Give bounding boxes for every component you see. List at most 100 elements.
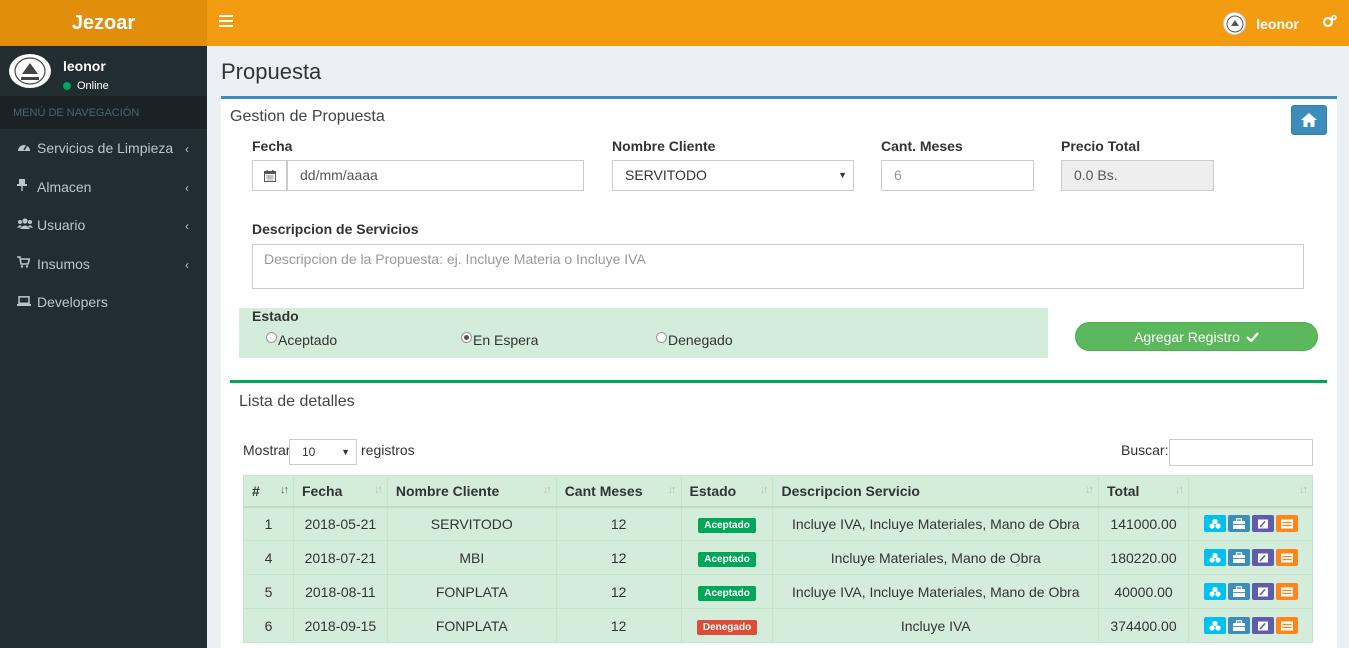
radio-circle-icon: [266, 331, 277, 343]
cell-estado: Aceptado: [680, 574, 774, 609]
cell-actions: [1188, 506, 1313, 541]
status-text: Online: [77, 80, 109, 92]
sidebar-item-insumos[interactable]: Insumos ‹: [0, 245, 207, 284]
edit-button[interactable]: [1251, 583, 1274, 600]
view-button[interactable]: [1203, 583, 1226, 600]
briefcase-button[interactable]: [1227, 617, 1250, 634]
cogs-icon[interactable]: [1322, 14, 1337, 32]
edit-icon: [1257, 553, 1268, 562]
status-badge: Denegado: [696, 619, 758, 635]
fecha-input[interactable]: dd/mm/aaaa: [287, 160, 584, 191]
column-header-estado[interactable]: Estado ↓↑: [680, 475, 774, 508]
briefcase-icon: [1232, 551, 1245, 563]
cell-fecha: 2018-09-15: [292, 608, 388, 643]
records-label: registros: [361, 442, 415, 458]
status-badge: Aceptado: [698, 585, 756, 601]
cell-total: 180220.00: [1098, 540, 1189, 575]
list-button[interactable]: [1275, 515, 1298, 533]
cell-id: 1: [243, 506, 294, 541]
cell-actions: [1188, 540, 1313, 575]
view-button[interactable]: [1203, 515, 1226, 533]
radio-aceptado[interactable]: Aceptado: [266, 331, 337, 348]
button-label: Agregar Registro: [1134, 328, 1240, 345]
view-button[interactable]: [1203, 617, 1226, 634]
cell-id: 4: [243, 540, 294, 575]
chevron-left-icon: ‹: [185, 180, 189, 195]
descripcion-label: Descripcion de Servicios: [252, 221, 419, 237]
column-header-actions[interactable]: ↓↑: [1188, 475, 1313, 508]
edit-button[interactable]: [1251, 617, 1274, 634]
page-length-select[interactable]: 10 ▼: [289, 439, 357, 465]
sidebar-item-servicios[interactable]: Servicios de Limpieza ‹: [0, 129, 207, 168]
cell-actions: [1188, 608, 1313, 643]
cell-meses: 12: [555, 574, 682, 609]
list-button[interactable]: [1275, 617, 1298, 634]
avatar: [9, 54, 51, 88]
sort-icon: ↓↑: [1085, 484, 1094, 496]
column-header-meses[interactable]: Cant Meses ↓↑: [555, 475, 682, 508]
column-header-fecha[interactable]: Fecha ↓↑: [292, 475, 388, 508]
cell-cliente: SERVITODO: [386, 506, 557, 541]
column-header-id[interactable]: # ↓↑: [243, 475, 294, 508]
cell-descripcion: Incluye IVA, Incluye Materiales, Mano de…: [772, 574, 1100, 609]
chevron-left-icon: ‹: [185, 142, 189, 156]
briefcase-icon: [1232, 517, 1245, 529]
meses-input[interactable]: 6: [881, 160, 1034, 191]
sort-icon: ↓↑: [1299, 484, 1308, 496]
column-header-total[interactable]: Total ↓↑: [1098, 475, 1189, 508]
sidebar-user-name: leonor: [63, 58, 106, 74]
briefcase-button[interactable]: [1227, 583, 1250, 600]
cell-fecha: 2018-07-21: [292, 540, 388, 575]
list-icon: [1280, 519, 1293, 529]
user-menu[interactable]: leonor: [1223, 12, 1299, 35]
radio-label: En Espera: [473, 332, 539, 348]
list-button[interactable]: [1275, 549, 1298, 566]
cell-estado: Aceptado: [680, 506, 774, 541]
nav-header: MENÚ DE NAVEGACIÓN: [0, 96, 207, 129]
cell-fecha: 2018-05-21: [292, 506, 388, 541]
list-button[interactable]: [1275, 583, 1298, 600]
chevron-left-icon: ‹: [185, 257, 189, 272]
sidebar-item-developers[interactable]: Developers: [0, 283, 207, 322]
list-icon: [1280, 553, 1293, 562]
cell-cliente: FONPLATA: [386, 574, 557, 609]
cubes-icon: [1208, 586, 1221, 597]
briefcase-icon: [1232, 619, 1245, 631]
app-logo[interactable]: Jezoar: [0, 0, 207, 46]
cell-total: 141000.00: [1098, 506, 1189, 541]
table-row: 1 2018-05-21 SERVITODO 12 Aceptado Incluye IV…: [243, 506, 1313, 541]
check-icon: [1246, 331, 1259, 342]
radio-denegado[interactable]: Denegado: [656, 331, 733, 348]
cubes-icon: [1208, 620, 1221, 631]
briefcase-button[interactable]: [1227, 515, 1250, 533]
cell-descripcion: Incluye Materiales, Mano de Obra: [772, 540, 1100, 575]
edit-button[interactable]: [1251, 549, 1274, 566]
sidebar-toggle-icon[interactable]: [219, 15, 233, 29]
sidebar-item-almacen[interactable]: Almacen ‹: [0, 168, 207, 207]
descripcion-textarea[interactable]: Descripcion de la Propuesta: ej. Incluye…: [252, 244, 1304, 289]
cell-estado: Aceptado: [680, 540, 774, 575]
home-button[interactable]: [1291, 105, 1327, 135]
sort-icon: ↓↑: [759, 484, 768, 496]
search-input[interactable]: [1169, 439, 1313, 466]
top-navbar: leonor: [207, 0, 1349, 46]
view-button[interactable]: [1203, 549, 1226, 566]
chevron-left-icon: ‹: [185, 219, 189, 233]
cell-meses: 12: [555, 540, 682, 575]
cliente-select[interactable]: SERVITODO ▼: [612, 160, 854, 191]
fecha-label: Fecha: [252, 138, 293, 154]
sidebar-item-label: Insumos: [37, 255, 90, 272]
table-row: 4 2018-07-21 MBI 12 Aceptado Incluye Material…: [243, 540, 1313, 575]
precio-field: 0.0 Bs.: [1061, 160, 1214, 191]
precio-label: Precio Total: [1061, 138, 1141, 154]
list-icon: [1280, 587, 1293, 596]
cell-total: 40000.00: [1098, 574, 1189, 609]
sidebar-item-usuario[interactable]: Usuario ‹: [0, 206, 207, 245]
cell-cliente: FONPLATA: [386, 608, 557, 643]
edit-button[interactable]: [1251, 515, 1274, 533]
radio-en-espera[interactable]: En Espera: [461, 331, 539, 348]
column-header-descripcion[interactable]: Descripcion Servicio ↓↑: [772, 475, 1100, 508]
briefcase-button[interactable]: [1227, 549, 1250, 566]
agregar-registro-button[interactable]: Agregar Registro: [1075, 322, 1318, 351]
column-header-cliente[interactable]: Nombre Cliente ↓↑: [386, 475, 557, 508]
